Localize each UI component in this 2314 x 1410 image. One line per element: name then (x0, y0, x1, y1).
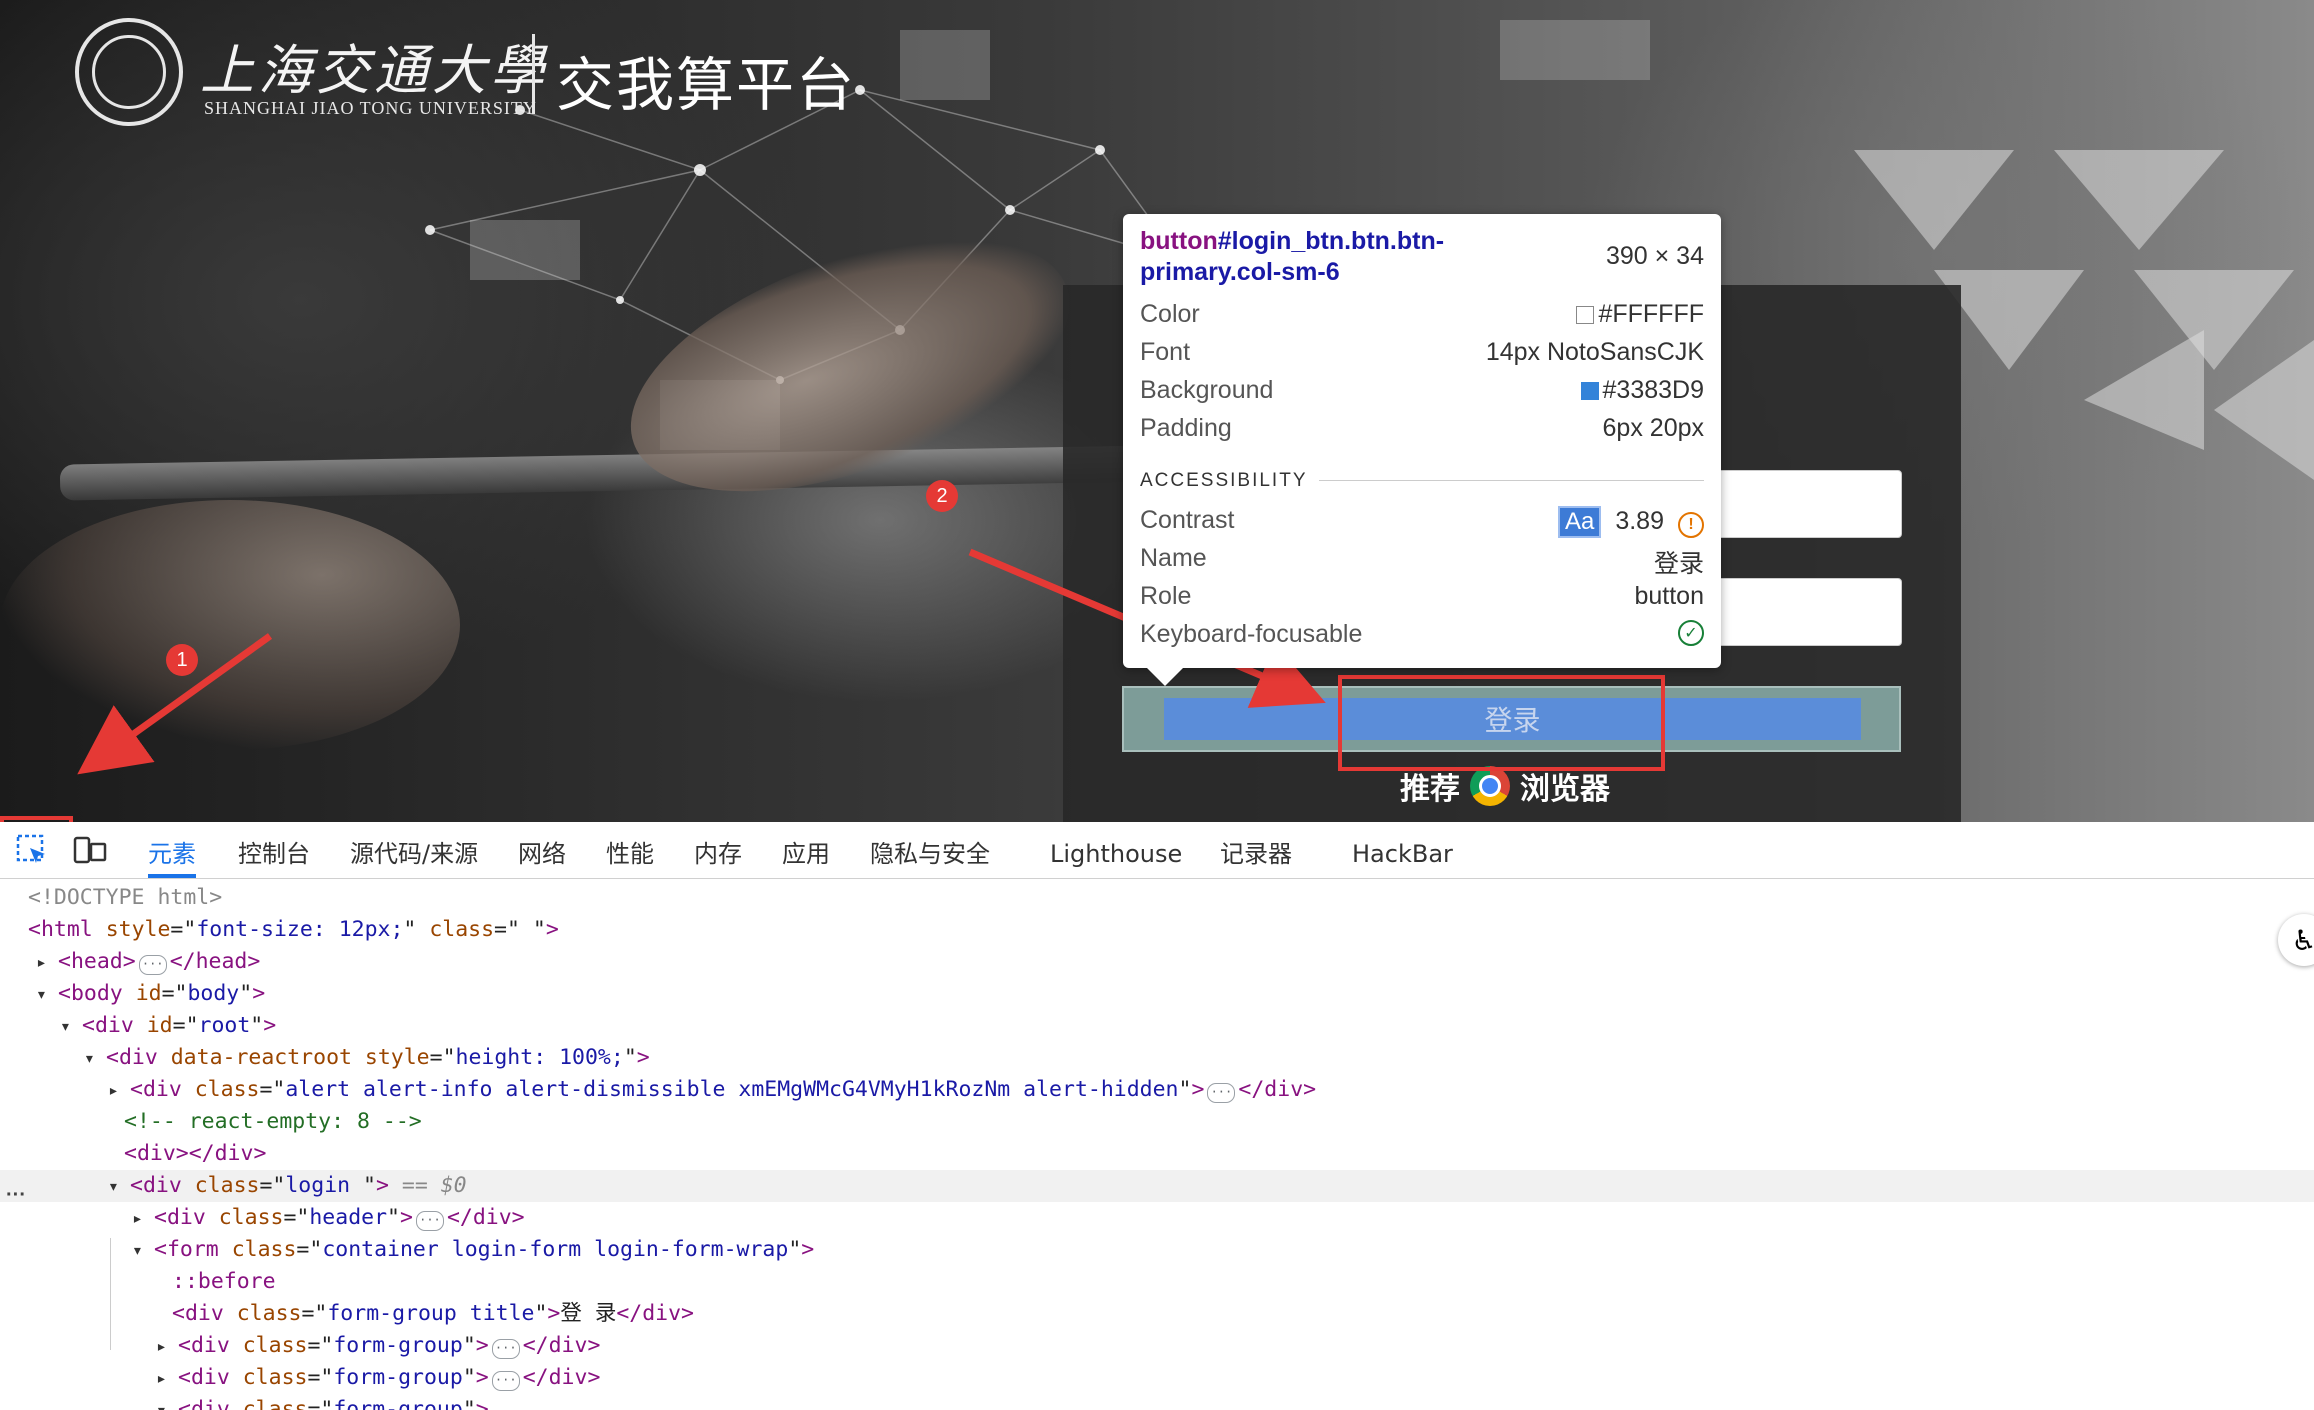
collapse-triangle-icon[interactable]: ▾ (156, 1395, 178, 1410)
tab-application[interactable]: 应用 (782, 822, 830, 878)
hand-image (0, 500, 460, 750)
name-value: 登录 (1653, 550, 1704, 578)
ellipsis-icon[interactable]: ··· (1207, 1083, 1236, 1103)
check-circle-icon: ✓ (1678, 620, 1704, 646)
tooltip-padding-value: 6px 20px (1602, 414, 1704, 442)
tooltip-padding-label: Padding (1140, 414, 1232, 442)
devtools-tabbar: 元素 控制台 源代码/来源 网络 性能 内存 应用 隐私与安全 Lighthou… (0, 822, 2314, 879)
dom-line-title-group[interactable]: <div class="form-group title">登 录</div> (0, 1298, 2314, 1330)
ellipsis-icon[interactable]: ··· (415, 1211, 444, 1231)
accessibility-heading: ACCESSIBILITY (1140, 470, 1308, 491)
dom-line-form-group-3[interactable]: ▾<div class="form-group"> (0, 1394, 2314, 1410)
tab-elements[interactable]: 元素 (148, 822, 196, 878)
tooltip-background-value: #3383D9 (1602, 376, 1704, 404)
collapse-triangle-icon[interactable]: ▾ (60, 1011, 82, 1043)
tooltip-row-font: Font 14px NotoSansCJK (1140, 338, 1704, 367)
tooltip-row-role: Role button (1140, 582, 1704, 611)
tooltip-color-value: #FFFFFF (1598, 300, 1704, 328)
name-label: Name (1140, 544, 1207, 572)
sjtu-logo-icon (75, 18, 183, 126)
tab-console[interactable]: 控制台 (238, 822, 310, 878)
keyboard-focusable-label: Keyboard-focusable (1140, 620, 1363, 648)
dom-line-body[interactable]: ▾ <body id="body"> (0, 978, 2314, 1010)
collapse-triangle-icon[interactable]: ▾ (36, 979, 58, 1011)
tab-performance[interactable]: 性能 (606, 822, 654, 878)
accessibility-divider (1319, 480, 1704, 481)
dom-line-before[interactable]: ::before (0, 1266, 2314, 1298)
tooltip-selector: button#login_btn.btn.btn-primary.col-sm-… (1140, 226, 1580, 288)
dom-line-doctype[interactable]: <!DOCTYPE html> (0, 882, 2314, 914)
background-swatch-icon (1580, 382, 1599, 400)
devtools-panel: 元素 控制台 源代码/来源 网络 性能 内存 应用 隐私与安全 Lighthou… (0, 822, 2314, 1410)
dom-line-login-selected[interactable]: ▾ <div class="login "> == $0 (0, 1170, 2314, 1202)
expand-triangle-icon[interactable]: ▸ (156, 1363, 178, 1395)
tab-recorder[interactable]: 记录器 (1220, 822, 1292, 878)
contrast-badge: Aa (1557, 506, 1602, 538)
dom-line-form-group-2[interactable]: ▸ <div class="form-group"> ··· </div> (0, 1362, 2314, 1394)
tooltip-selector-tag: button (1140, 227, 1218, 255)
tab-hackbar[interactable]: HackBar (1352, 822, 1453, 878)
tooltip-color-label: Color (1140, 300, 1200, 328)
expand-triangle-icon[interactable]: ▸ (108, 1075, 130, 1107)
tab-privacy-security[interactable]: 隐私与安全 (870, 822, 990, 878)
dom-line-form-group-1[interactable]: ▸ <div class="form-group"> ··· </div> (0, 1330, 2314, 1362)
expand-triangle-icon[interactable]: ▸ (36, 947, 58, 979)
tooltip-font-value: 14px NotoSansCJK (1485, 338, 1704, 366)
platform-title: 交我算平台 (556, 51, 857, 119)
expand-triangle-icon[interactable]: ▸ (132, 1203, 154, 1235)
annotation-marker-1: 1 (166, 644, 198, 676)
username-input[interactable] (1700, 470, 1902, 538)
annotation-marker-2: 2 (926, 480, 958, 512)
contrast-value: 3.89 (1615, 507, 1664, 535)
ellipsis-icon[interactable]: ··· (138, 955, 167, 975)
dom-line-root[interactable]: ▾ <div id="root"> (0, 1010, 2314, 1042)
password-input[interactable] (1700, 578, 1902, 646)
collapse-triangle-icon[interactable]: ▾ (84, 1043, 106, 1075)
dom-line-reactroot[interactable]: ▾ <div data-reactroot style="height: 100%… (0, 1042, 2314, 1074)
chrome-icon (1470, 766, 1510, 806)
collapse-triangle-icon[interactable]: ▾ (132, 1235, 154, 1267)
dom-line-html[interactable]: <html style="font-size: 12px;" class=" "… (0, 914, 2314, 946)
role-value: button (1634, 582, 1704, 610)
contrast-label: Contrast (1140, 506, 1235, 534)
university-name-en: SHANGHAI JIAO TONG UNIVERSITY (204, 98, 537, 118)
collapse-triangle-icon[interactable]: ▾ (108, 1171, 130, 1203)
dom-line-head[interactable]: ▸ <head> ··· </head> (0, 946, 2314, 978)
tooltip-row-color: Color #FFFFFF (1140, 300, 1704, 329)
header-divider (532, 34, 535, 114)
tooltip-row-padding: Padding 6px 20px (1140, 414, 1704, 443)
tooltip-row-name: Name 登录 (1140, 544, 1704, 580)
university-name-cn: 上海交通大學 (200, 39, 548, 102)
tab-memory[interactable]: 内存 (694, 822, 742, 878)
role-label: Role (1140, 582, 1192, 610)
ellipsis-icon[interactable]: ··· (491, 1371, 520, 1391)
expand-triangle-icon[interactable]: ▸ (156, 1331, 178, 1363)
tooltip-row-contrast: Contrast Aa 3.89! (1140, 506, 1704, 538)
element-inspector-tooltip: button#login_btn.btn.btn-primary.col-sm-… (1123, 214, 1721, 686)
indent-guide (110, 1238, 111, 1350)
dom-line-empty-div[interactable]: <div></div> (0, 1138, 2314, 1170)
tooltip-row-keyboard: Keyboard-focusable ✓ (1140, 620, 1704, 649)
tooltip-background-label: Background (1140, 376, 1274, 404)
ellipsis-icon[interactable]: ··· (491, 1339, 520, 1359)
annotation-box-login-button (1338, 675, 1665, 771)
tab-lighthouse[interactable]: Lighthouse (1050, 822, 1182, 878)
dom-line-header[interactable]: ▸ <div class="header"> ··· </div> (0, 1202, 2314, 1234)
warning-icon: ! (1678, 512, 1704, 538)
color-swatch-icon (1576, 306, 1595, 324)
tab-sources[interactable]: 源代码/来源 (350, 822, 478, 878)
device-toolbar-icon[interactable] (72, 832, 108, 868)
dom-line-form[interactable]: ▾ <form class="container login-form login… (0, 1234, 2314, 1266)
inspect-element-icon[interactable] (14, 832, 50, 868)
tab-network[interactable]: 网络 (518, 822, 566, 878)
more-options-icon[interactable]: ··· (6, 1184, 26, 1207)
tooltip-font-label: Font (1140, 338, 1191, 366)
tooltip-row-background: Background #3383D9 (1140, 376, 1704, 405)
dom-line-comment[interactable]: <!-- react-empty: 8 --> (0, 1106, 2314, 1138)
dom-line-alert[interactable]: ▸ <div class="alert alert-info alert-dism… (0, 1074, 2314, 1106)
tooltip-element-size: 390 × 34 (1605, 242, 1704, 270)
